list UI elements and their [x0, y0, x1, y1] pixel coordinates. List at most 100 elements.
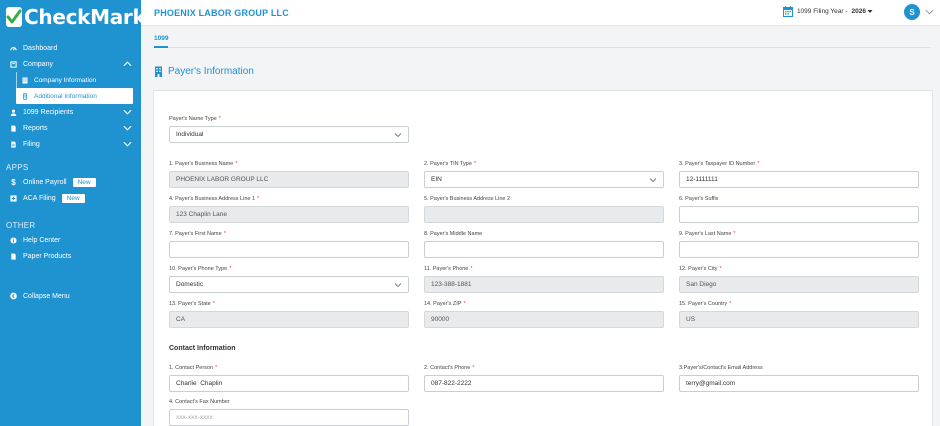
field-label: Payer's Name Type * [169, 116, 221, 122]
contact-fax-field: 4. Contact's Fax Number xxx-xxx-xxxx [169, 399, 409, 426]
contact-email-input[interactable]: terry@gmail.com [679, 375, 919, 392]
main-content: 1099 Payer's Information Payer's Name Ty… [141, 26, 940, 426]
filing-year-value: 2026 [851, 8, 866, 15]
field-label: 5. Payer's Business Address Line 2 [424, 196, 511, 202]
sidebar-item-label: Dashboard [23, 44, 58, 52]
field-label: 4. Contact's Fax Number [169, 399, 230, 405]
filing-year-selector[interactable]: 1099 Filing Year - 2026 [782, 6, 873, 17]
chevron-up-icon[interactable] [123, 60, 132, 68]
contact-phone-input[interactable]: 087-822-2222 [424, 375, 664, 392]
field-label: 9. Payer's Last Name * [679, 231, 736, 237]
sidebar-subitem-company-information[interactable]: Company Information [22, 72, 141, 88]
address-line2-input[interactable] [424, 206, 664, 223]
collapse-menu-label: Collapse Menu [23, 292, 70, 300]
state-input[interactable]: CA [169, 311, 409, 328]
chevron-down-icon [394, 133, 402, 138]
tab-1099[interactable]: 1099 [154, 35, 169, 48]
other-section-label: OTHER [6, 220, 36, 230]
field-label: 2. Payer's TIN Type * [424, 161, 477, 167]
account-menu-chevron-icon[interactable] [925, 8, 934, 16]
info-icon [10, 236, 17, 244]
sidebar-item-paper-products[interactable]: Paper Products [0, 248, 141, 264]
first-name-field: 7. Payer's First Name * [169, 231, 409, 258]
sidebar-item-online-payroll[interactable]: $ Online Payroll New [0, 174, 141, 190]
sidebar-subitem-additional-information[interactable]: Additional Information [16, 88, 133, 104]
address-line1-field: 4. Payer's Business Address Line 1 * 123 … [169, 196, 409, 223]
state-field: 13. Payer's State * CA [169, 301, 409, 328]
apps-section-label: APPS [6, 162, 29, 172]
brand-logo[interactable]: CheckMark [0, 0, 146, 34]
field-label: 4. Payer's Business Address Line 1 * [169, 196, 260, 202]
sidebar-item-dashboard[interactable]: Dashboard [0, 40, 141, 56]
building-icon [155, 66, 162, 77]
city-field: 12. Payer's City * San Diego [679, 266, 919, 293]
zip-field: 14. Payer's ZIP * 90000 [424, 301, 664, 328]
dashboard-icon [10, 45, 17, 52]
checkmark-logo-icon [6, 7, 22, 27]
page-title: Payer's Information [154, 66, 254, 77]
field-label: 11. Payer's Phone * [424, 266, 473, 272]
field-label: 10. Payer's Phone Type * [169, 266, 232, 272]
sidebar-subitem-label: Additional Information [34, 92, 97, 100]
sidebar-item-reports[interactable]: Reports [0, 120, 141, 136]
sidebar-item-aca-filing[interactable]: ACA Filing New [0, 190, 141, 206]
field-label: 3. Payer's Taxpayer ID Number * [679, 161, 760, 167]
sidebar-item-filing[interactable]: Filing [0, 136, 141, 152]
field-label: 3.Payer's/Contact's Email Address [679, 365, 763, 371]
filing-icon [10, 140, 17, 148]
chevron-down-icon [394, 283, 402, 288]
chevron-down-icon [867, 10, 873, 13]
tab-bar: 1099 [153, 34, 931, 48]
last-name-field: 9. Payer's Last Name * [679, 231, 919, 258]
page-title-text: Payer's Information [168, 66, 254, 77]
calendar-icon [782, 6, 793, 17]
city-input[interactable]: San Diego [679, 276, 919, 293]
tin-number-field: 3. Payer's Taxpayer ID Number * 12-111111… [679, 161, 919, 188]
contact-information-heading: Contact Information [169, 345, 236, 352]
field-label: 1. Payer's Business Name * [169, 161, 238, 167]
tin-number-input[interactable]: 12-1111111 [679, 171, 919, 188]
contact-fax-input[interactable]: xxx-xxx-xxxx [169, 409, 409, 426]
collapse-arrow-icon [10, 292, 17, 300]
last-name-input[interactable] [679, 241, 919, 258]
middle-name-input[interactable] [424, 241, 664, 258]
business-name-field: 1. Payer's Business Name * PHOENIX LABOR … [169, 161, 409, 188]
address-line1-input[interactable]: 123 Chaplin Lane [169, 206, 409, 223]
field-label: 14. Payer's ZIP * [424, 301, 466, 307]
suffix-input[interactable] [679, 206, 919, 223]
building-icon [22, 77, 28, 84]
field-label: 7. Payer's First Name * [169, 231, 226, 237]
phone-input[interactable]: 123-388-1881 [424, 276, 664, 293]
field-label: 13. Payer's State * [169, 301, 215, 307]
tin-type-select[interactable]: EIN [424, 171, 664, 188]
filing-year-label: 1099 Filing Year - [796, 8, 848, 15]
country-input[interactable]: US [679, 311, 919, 328]
report-icon [10, 124, 17, 132]
contact-person-input[interactable]: Charlie Chaplin [169, 375, 409, 392]
contact-phone-field: 2. Contact's Phone * 087-822-2222 [424, 365, 664, 392]
avatar[interactable]: S [904, 4, 920, 20]
sidebar-item-label: ACA Filing [23, 194, 56, 202]
zip-input[interactable]: 90000 [424, 311, 664, 328]
sidebar-item-company[interactable]: Company [0, 56, 141, 72]
sidebar-item-label: Reports [23, 124, 48, 132]
new-badge: New [72, 177, 96, 187]
field-label: 1. Contact Person * [169, 365, 218, 371]
chevron-down-icon[interactable] [123, 108, 132, 116]
phone-field: 11. Payer's Phone * 123-388-1881 [424, 266, 664, 293]
sidebar-item-1099-recipients[interactable]: 1099 Recipients [0, 104, 141, 120]
collapse-menu-button[interactable]: Collapse Menu [0, 288, 141, 304]
name-type-field: Payer's Name Type * Individual [169, 116, 409, 143]
aca-plus-icon [10, 194, 17, 202]
payer-information-form: Payer's Name Type * Individual 1. Payer's… [153, 90, 933, 426]
tin-type-field: 2. Payer's TIN Type * EIN [424, 161, 664, 188]
country-field: 15. Payer's Country * US [679, 301, 919, 328]
sidebar-item-help-center[interactable]: Help Center [0, 232, 141, 248]
company-icon [10, 60, 17, 68]
phone-type-select[interactable]: Domestic [169, 276, 409, 293]
name-type-select[interactable]: Individual [169, 126, 409, 143]
business-name-input[interactable]: PHOENIX LABOR GROUP LLC [169, 171, 409, 188]
chevron-down-icon[interactable] [123, 140, 132, 148]
first-name-input[interactable] [169, 241, 409, 258]
chevron-down-icon[interactable] [123, 124, 132, 132]
